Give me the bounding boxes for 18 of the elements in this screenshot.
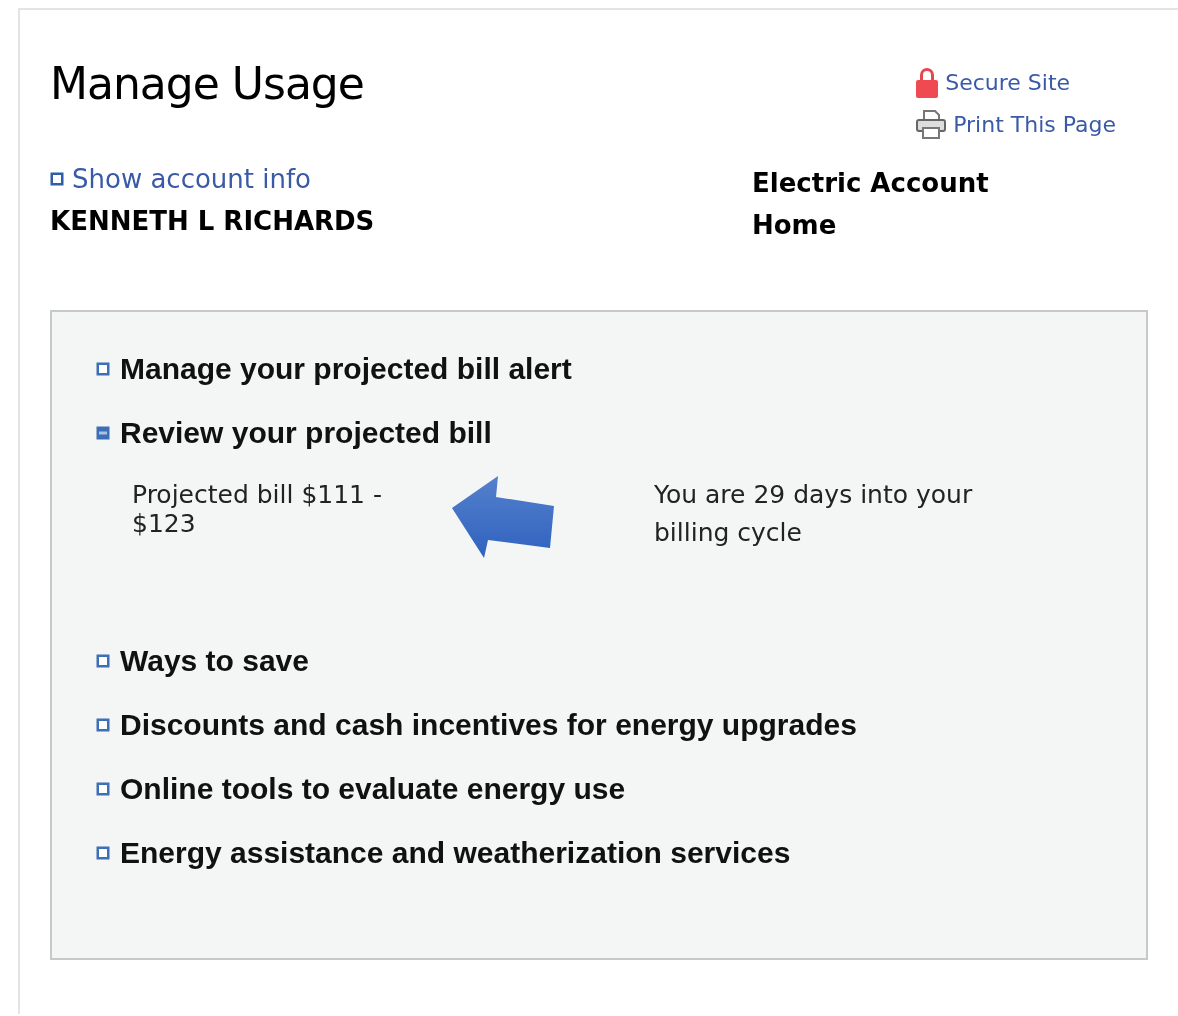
- section-link[interactable]: Manage your projected bill alert: [96, 352, 1146, 386]
- projected-bill: Projected bill $111 - $123: [132, 480, 383, 538]
- section-link[interactable]: Discounts and cash incentives for energy upgrades: [96, 708, 1146, 742]
- utility-link[interactable]: Print This Page: [915, 108, 1116, 140]
- printer-icon: [915, 108, 948, 140]
- section-link[interactable]: Energy assistance and weatherization services: [96, 836, 1146, 870]
- utility-link[interactable]: Secure Site: [915, 66, 1116, 98]
- account-info-toggle[interactable]: Show account info: [50, 164, 752, 194]
- section-link[interactable]: Ways to save: [96, 644, 1146, 678]
- section-link[interactable]: Review your projected bill: [96, 416, 1146, 450]
- account-premise: Home: [752, 210, 838, 240]
- arrow-icon: [450, 476, 554, 558]
- billing-cycle-text: You are 29 days into your billing cycle: [654, 479, 974, 549]
- page-title: Manage Usage: [50, 58, 364, 111]
- section-link[interactable]: Online tools to evaluate energy use: [96, 772, 1146, 806]
- padlock-icon: [915, 66, 940, 98]
- account-type: Electric Account: [752, 168, 989, 198]
- account-holder-name: KENNETH L RICHARDS: [50, 206, 376, 236]
